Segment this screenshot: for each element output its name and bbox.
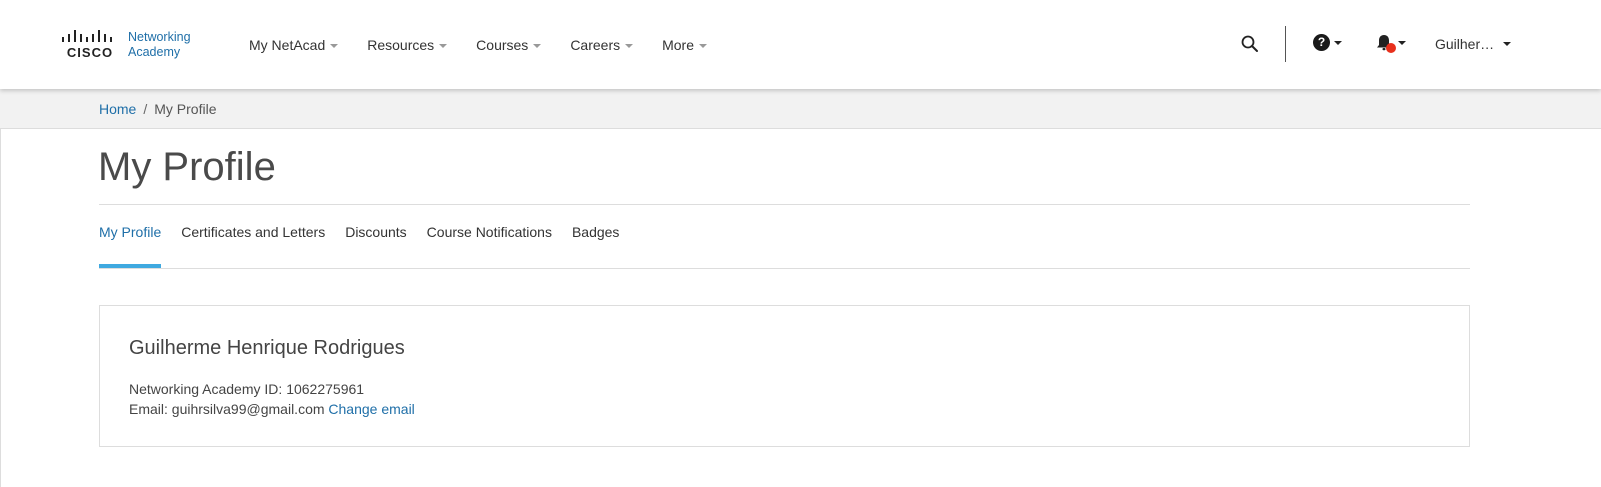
email-line: Email: guihrsilva99@gmail.com Change ema… xyxy=(129,401,415,417)
academy-id-value: 1062275961 xyxy=(286,381,365,397)
email-label: Email: xyxy=(129,401,168,417)
academy-id-label: Networking Academy ID: xyxy=(129,381,283,397)
help-icon: ? xyxy=(1313,34,1330,51)
profile-full-name: Guilherme Henrique Rodrigues xyxy=(129,337,405,359)
tab-course-notifications[interactable]: Course Notifications xyxy=(427,224,552,269)
nav-courses[interactable]: Courses xyxy=(476,36,542,54)
title-divider xyxy=(99,204,1470,205)
chevron-down-icon xyxy=(699,43,708,48)
academy-name-line2: Academy xyxy=(128,45,181,59)
profile-card: Guilherme Henrique Rodrigues Networking … xyxy=(99,305,1470,447)
page-title: My Profile xyxy=(98,145,276,189)
tabs-divider xyxy=(99,268,1470,269)
profile-tabs: My Profile Certificates and Letters Disc… xyxy=(99,224,639,269)
nav-item-label: Courses xyxy=(476,37,529,53)
cisco-bridge-icon: CISCO xyxy=(61,30,119,60)
cisco-networking-academy-logo[interactable]: CISCO Networking Academy xyxy=(61,30,191,60)
tab-discounts[interactable]: Discounts xyxy=(345,224,406,269)
chevron-down-icon xyxy=(533,43,542,48)
nav-item-label: Careers xyxy=(570,37,621,53)
breadcrumb-separator: / xyxy=(143,101,148,117)
nav-more[interactable]: More xyxy=(662,36,708,54)
main-nav: My NetAcad Resources Courses Careers Mor… xyxy=(249,36,736,54)
chevron-down-icon xyxy=(1398,41,1406,45)
tab-certificates-and-letters[interactable]: Certificates and Letters xyxy=(181,224,325,269)
top-navbar: CISCO Networking Academy My NetAcad Reso… xyxy=(0,0,1601,89)
user-name: Guilher… xyxy=(1435,36,1495,52)
search-button[interactable] xyxy=(1240,34,1260,54)
nav-item-label: My NetAcad xyxy=(249,37,326,53)
chevron-down-icon xyxy=(1503,42,1512,46)
breadcrumb: Home / My Profile xyxy=(99,101,216,117)
breadcrumb-bar: Home / My Profile xyxy=(0,89,1601,129)
header-divider xyxy=(1285,26,1286,62)
user-menu-button[interactable]: Guilher… xyxy=(1435,36,1512,52)
breadcrumb-current: My Profile xyxy=(154,101,217,117)
nav-resources[interactable]: Resources xyxy=(367,36,448,54)
notifications-button[interactable] xyxy=(1374,33,1406,53)
content-left-border xyxy=(0,129,1,487)
chevron-down-icon xyxy=(625,43,634,48)
notification-dot xyxy=(1386,43,1396,53)
tab-my-profile[interactable]: My Profile xyxy=(99,224,162,269)
nav-careers[interactable]: Careers xyxy=(570,36,634,54)
cisco-wordmark: CISCO xyxy=(66,45,114,60)
academy-id-line: Networking Academy ID: 1062275961 xyxy=(129,381,364,397)
bell-icon xyxy=(1374,33,1396,53)
chevron-down-icon xyxy=(330,43,339,48)
academy-name: Networking Academy xyxy=(128,30,191,60)
academy-name-line1: Networking xyxy=(128,30,191,44)
nav-item-label: More xyxy=(662,37,695,53)
change-email-link[interactable]: Change email xyxy=(328,401,414,417)
chevron-down-icon xyxy=(1334,40,1342,45)
breadcrumb-home-link[interactable]: Home xyxy=(99,101,136,117)
help-menu-button[interactable]: ? xyxy=(1313,34,1342,51)
email-value: guihrsilva99@gmail.com xyxy=(171,401,325,417)
tab-badges[interactable]: Badges xyxy=(572,224,619,269)
search-icon xyxy=(1241,35,1258,52)
nav-item-label: Resources xyxy=(367,37,435,53)
chevron-down-icon xyxy=(439,43,448,48)
nav-my-netacad[interactable]: My NetAcad xyxy=(249,36,339,54)
